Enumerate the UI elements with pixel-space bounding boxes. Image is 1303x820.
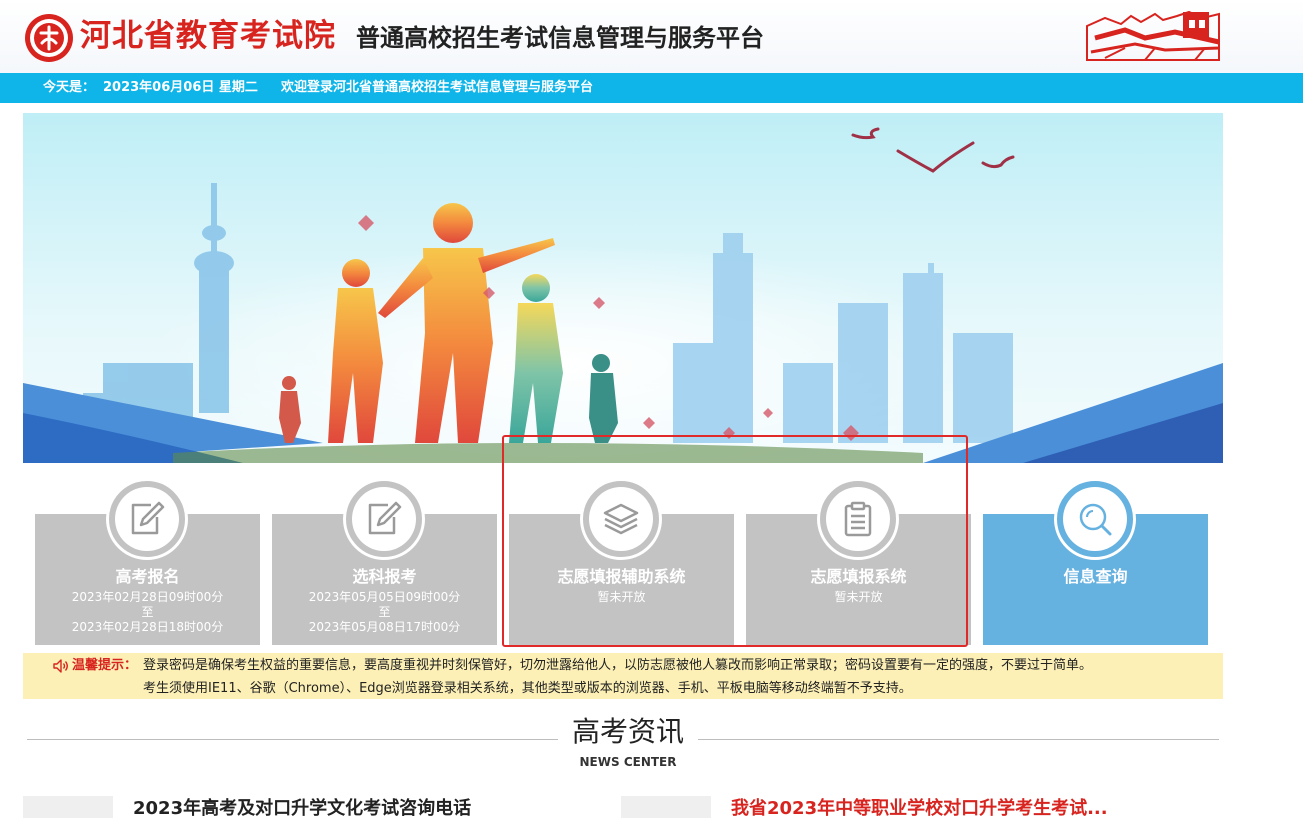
tile-end-time: 2023年02月28日18时00分 <box>71 620 224 634</box>
news-thumbnail[interactable] <box>621 796 711 818</box>
news-section-title: 高考资讯 <box>571 715 684 748</box>
speaker-icon <box>53 659 68 673</box>
news-section-subtitle: NEWS CENTER <box>579 755 677 769</box>
news-link[interactable]: 2023年高考及对口升学文化考试咨询电话 <box>133 798 471 820</box>
site-header: 河北省教育考试院 普通高校招生考试信息管理与服务平台 <box>0 0 1303 73</box>
tile-end-time: 2023年05月08日17时00分 <box>308 620 461 634</box>
welcome-text: 欢迎登录河北省普通高校招生考试信息管理与服务平台 <box>281 80 594 95</box>
edit-icon <box>368 501 402 535</box>
tile-title: 选科报考 <box>352 567 417 586</box>
news-divider-right <box>698 739 1219 740</box>
tile-icon-badge <box>106 478 188 560</box>
notice-panel: 温馨提示： 登录密码是确保考生权益的重要信息，要高度重视并时刻保管好，切勿泄露给… <box>23 653 1223 699</box>
platform-name: 普通高校招生考试信息管理与服务平台 <box>356 24 764 52</box>
tile-title: 高考报名 <box>115 567 180 586</box>
tile-icon-badge <box>1054 478 1136 560</box>
tile-start-time: 2023年02月28日09时00分 <box>71 590 224 604</box>
exam-authority-seal-icon <box>25 14 73 62</box>
hero-banner <box>23 113 1223 463</box>
date-welcome-bar: 今天是： 2023年06月06日 星期二 欢迎登录河北省普通高校招生考试信息管理… <box>0 73 1303 103</box>
tile-start-time: 2023年05月05日09时00分 <box>308 590 461 604</box>
highlight-frame <box>502 435 968 647</box>
news-link[interactable]: 我省2023年中等职业学校对口升学考生考试... <box>731 798 1108 820</box>
tile-title: 信息查询 <box>1063 567 1128 586</box>
edit-icon <box>131 501 165 535</box>
notice-text-browser: 考生须使用IE11、谷歌（Chrome）、Edge浏览器登录相关系统，其他类型或… <box>143 681 912 696</box>
tile-separator: 至 <box>141 605 154 619</box>
news-thumbnail[interactable] <box>23 796 113 818</box>
news-divider-left <box>27 739 558 740</box>
date-label: 今天是： <box>43 80 96 95</box>
date-value: 2023年06月06日 星期二 <box>103 80 258 95</box>
tile-separator: 至 <box>378 605 391 619</box>
great-wall-icon <box>1086 10 1220 61</box>
org-name: 河北省教育考试院 <box>80 18 336 54</box>
notice-text-password: 登录密码是确保考生权益的重要信息，要高度重视并时刻保管好，切勿泄露给他人，以防志… <box>143 658 1093 673</box>
notice-label: 温馨提示： <box>72 658 138 673</box>
banner-illustration <box>23 113 1223 463</box>
search-icon <box>1079 503 1112 536</box>
tile-icon-badge <box>343 478 425 560</box>
